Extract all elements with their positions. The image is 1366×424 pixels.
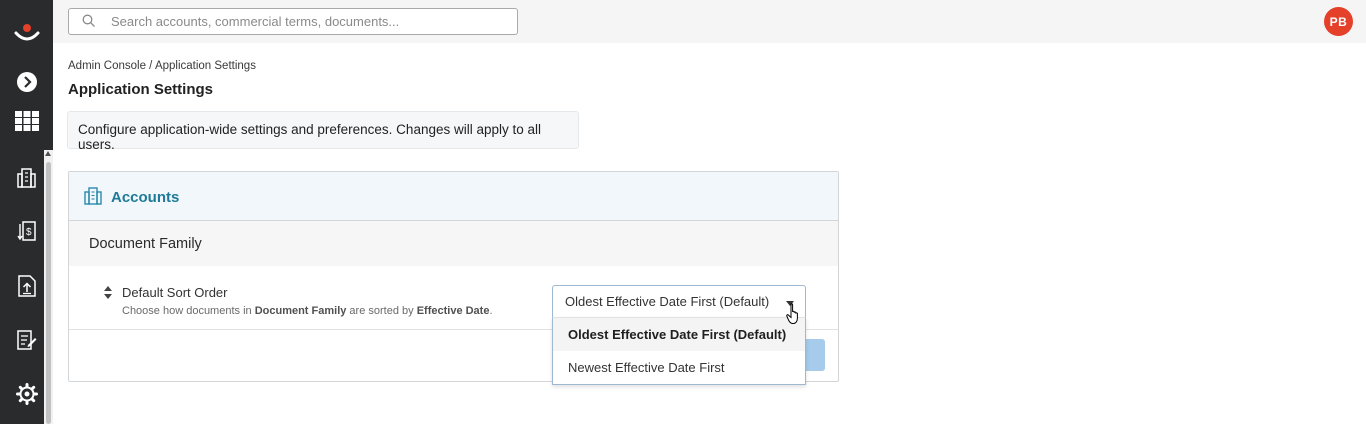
select-value: Oldest Effective Date First (Default): [565, 294, 770, 309]
desc-bold-date: Effective Date: [416, 305, 490, 317]
hand-cursor-icon: [786, 303, 802, 330]
scrollbar-thumb[interactable]: [46, 162, 51, 424]
setting-description: Choose how documents in Document Family …: [122, 305, 493, 317]
global-search[interactable]: [68, 8, 518, 35]
search-input[interactable]: [111, 14, 501, 29]
sort-icon: [104, 286, 112, 304]
desc-suffix: .: [489, 305, 493, 317]
option-newest-first[interactable]: Newest Effective Date First: [553, 351, 805, 384]
breadcrumb: Admin Console / Application Settings: [68, 60, 256, 72]
option-oldest-first[interactable]: Oldest Effective Date First (Default): [553, 318, 805, 351]
logo-icon[interactable]: [0, 16, 53, 52]
save-button[interactable]: [804, 339, 825, 371]
breadcrumb-current: Application Settings: [154, 60, 256, 72]
sidebar-scrollbar[interactable]: [44, 150, 53, 424]
page-title: Application Settings: [68, 81, 214, 98]
top-bar: PB: [53, 0, 1366, 43]
svg-text:$: $: [26, 227, 32, 238]
card-header: Accounts: [69, 172, 838, 221]
apps-grid-icon[interactable]: [0, 103, 53, 139]
user-avatar[interactable]: PB: [1324, 7, 1353, 36]
card-title: Accounts: [111, 189, 180, 206]
search-icon: [82, 14, 96, 33]
sort-order-select[interactable]: Oldest Effective Date First (Default): [552, 285, 806, 317]
section-title: Document Family: [89, 236, 202, 252]
breadcrumb-admin-console-link[interactable]: Admin Console: [68, 60, 146, 72]
scroll-up-arrow-icon[interactable]: [45, 151, 51, 156]
accounts-building-icon: [84, 187, 102, 210]
sort-order-dropdown: Oldest Effective Date First (Default) Ne…: [552, 317, 806, 385]
expand-chevron-icon[interactable]: [0, 64, 53, 100]
setting-label: Default Sort Order: [122, 285, 228, 300]
breadcrumb-separator: /: [145, 60, 155, 72]
info-banner: Configure application-wide settings and …: [67, 111, 579, 152]
desc-bold-family: Document Family: [254, 305, 347, 317]
desc-prefix: Choose how documents in: [122, 305, 255, 317]
desc-mid: are sorted by: [346, 305, 417, 317]
sidebar: $: [0, 0, 53, 424]
section-header: Document Family: [69, 221, 838, 266]
